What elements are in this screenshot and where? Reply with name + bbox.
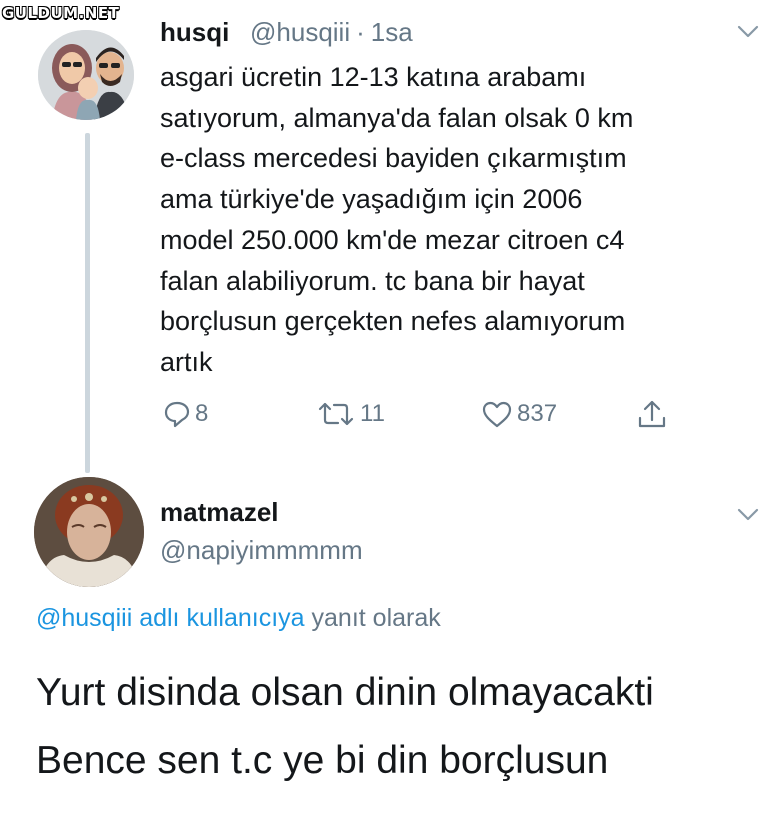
comment-icon: [164, 401, 190, 428]
author-handle[interactable]: @husqiii: [250, 17, 350, 48]
retweet-button[interactable]: 11: [316, 397, 385, 431]
reply-body: Yurt disinda olsan dinin olmayacakti Ben…: [36, 659, 776, 795]
retweet-count: 11: [360, 400, 385, 427]
tweet-line: falan alabiliyorum. tc bana bir hayat: [160, 265, 585, 296]
chevron-down-icon[interactable]: [737, 508, 759, 522]
reply-author-handle[interactable]: @napiyimmmmm: [160, 535, 363, 566]
site-watermark: GULDUM.NET: [2, 4, 120, 22]
tweet-line: asgari ücretin 12-13 katına arabamı: [160, 62, 587, 92]
reply-line: Yurt disinda olsan dinin olmayacakti: [36, 671, 654, 714]
avatar-photo-icon: [34, 477, 144, 587]
tweet-line: artık: [160, 346, 213, 377]
avatar[interactable]: [38, 30, 134, 120]
retweet-icon: [318, 402, 354, 426]
meta-separator: ·: [356, 17, 365, 47]
share-icon: [638, 400, 666, 428]
tweet-timestamp[interactable]: 1sa: [371, 17, 413, 48]
like-button[interactable]: 837: [481, 397, 557, 431]
author-display-name[interactable]: husqi: [160, 17, 229, 48]
reply-count: 8: [195, 400, 209, 427]
share-button[interactable]: [636, 397, 668, 431]
tweet-line: borçlusun gerçekten nefes alamıyorum: [160, 306, 626, 337]
avatar[interactable]: [34, 477, 144, 587]
chevron-down-icon[interactable]: [737, 25, 759, 39]
tweet-line: satıyorum, almanya'da falan olsak 0 km: [160, 102, 634, 133]
avatar-photo-icon: [38, 30, 134, 120]
heart-icon: [482, 401, 512, 428]
thread-connector-line: [85, 133, 90, 473]
tweet-line: model 250.000 km'de mezar citroen c4: [160, 224, 625, 255]
tweet-body: asgari ücretin 12-13 katına arabamı satı…: [160, 57, 750, 383]
author-meta: @husqiii · 1sa: [250, 17, 413, 48]
reply-context-mention[interactable]: @husqiii adlı kullanıcıya: [36, 604, 305, 632]
reply-author-display-name[interactable]: matmazel: [160, 497, 279, 528]
reply-line: Bence sen t.c ye bi din borçlusun: [36, 739, 609, 782]
reply-context: @husqiii adlı kullanıcıya yanıt olarak: [36, 604, 441, 633]
tweet-line: ama türkiye'de yaşadığım için 2006: [160, 184, 583, 215]
reply-context-suffix: yanıt olarak: [311, 604, 441, 632]
tweet-line: e-class mercedesi bayiden çıkarmıştım: [160, 143, 627, 174]
like-count: 837: [517, 400, 558, 427]
reply-button[interactable]: 8: [163, 397, 208, 431]
